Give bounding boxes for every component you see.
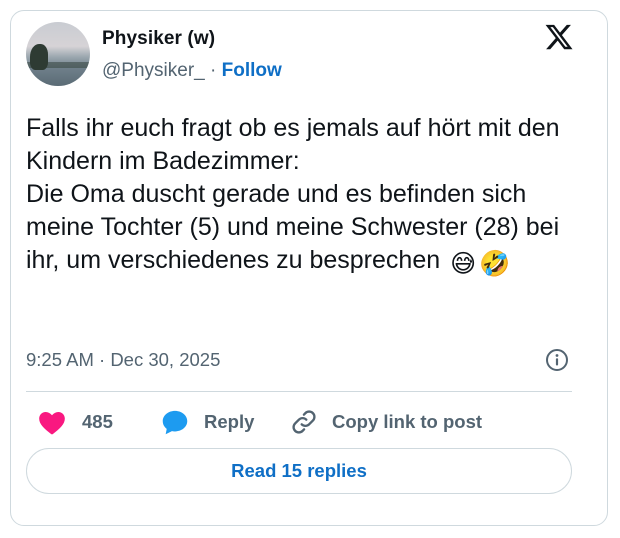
divider	[26, 391, 572, 392]
sweat-smile-emoji: 😅	[450, 250, 477, 278]
reply-bubble-icon	[162, 410, 188, 435]
reply-label: Reply	[204, 411, 255, 432]
x-logo-icon[interactable]	[544, 22, 574, 52]
author-handle-row: @Physiker_ · Follow	[102, 60, 282, 82]
info-icon[interactable]	[545, 348, 569, 372]
copy-link-label: Copy link to post	[332, 411, 483, 432]
link-icon	[292, 410, 316, 434]
copy-link-button[interactable]: Copy link to post	[290, 404, 482, 440]
like-count: 485	[82, 411, 113, 432]
reply-button[interactable]: Reply	[160, 404, 254, 440]
heart-icon	[39, 411, 65, 435]
like-button[interactable]: 485	[38, 404, 113, 440]
rofl-emoji: 🤣	[479, 250, 511, 278]
tweet-text: Falls ihr euch fragt ob es jemals auf hö…	[26, 112, 586, 278]
tweet-timestamp[interactable]: 9:25 AM · Dec 30, 2025	[26, 349, 220, 371]
avatar[interactable]	[26, 22, 90, 86]
follow-button[interactable]: Follow	[222, 60, 282, 81]
read-replies-label: Read 15 replies	[231, 460, 367, 481]
handle-separator: ·	[210, 60, 217, 81]
author-display-name[interactable]: Physiker (w)	[102, 28, 215, 50]
read-replies-button[interactable]: Read 15 replies	[26, 448, 572, 494]
author-handle[interactable]: @Physiker_	[102, 60, 205, 81]
